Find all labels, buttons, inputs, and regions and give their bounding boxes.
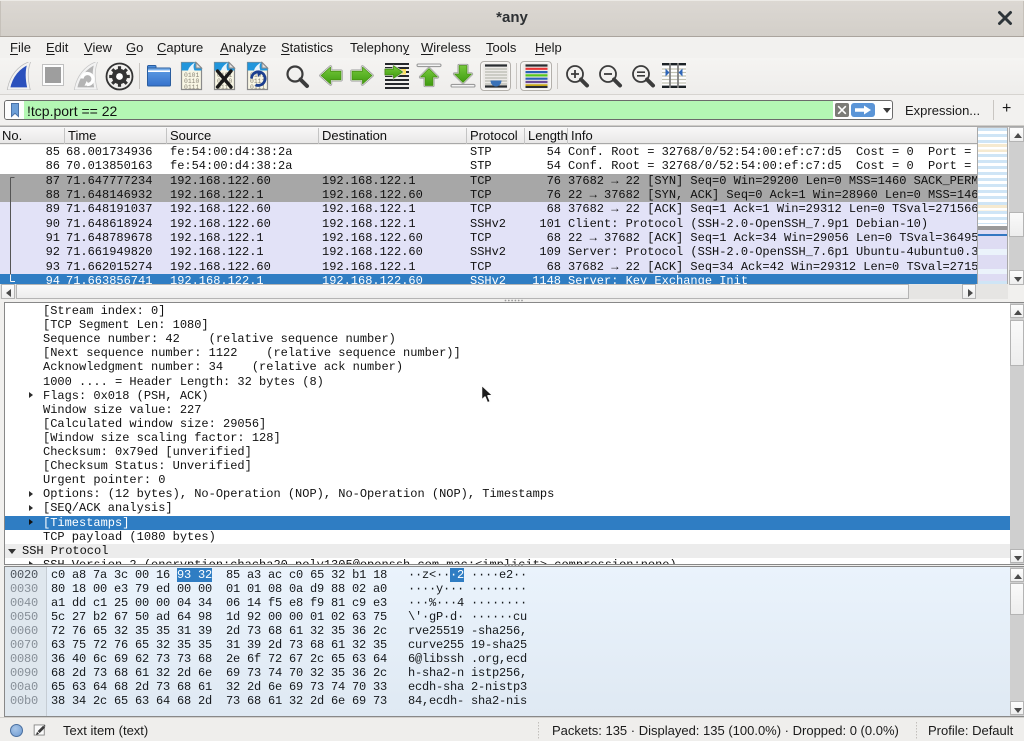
svg-text:0111: 0111 (184, 84, 200, 91)
